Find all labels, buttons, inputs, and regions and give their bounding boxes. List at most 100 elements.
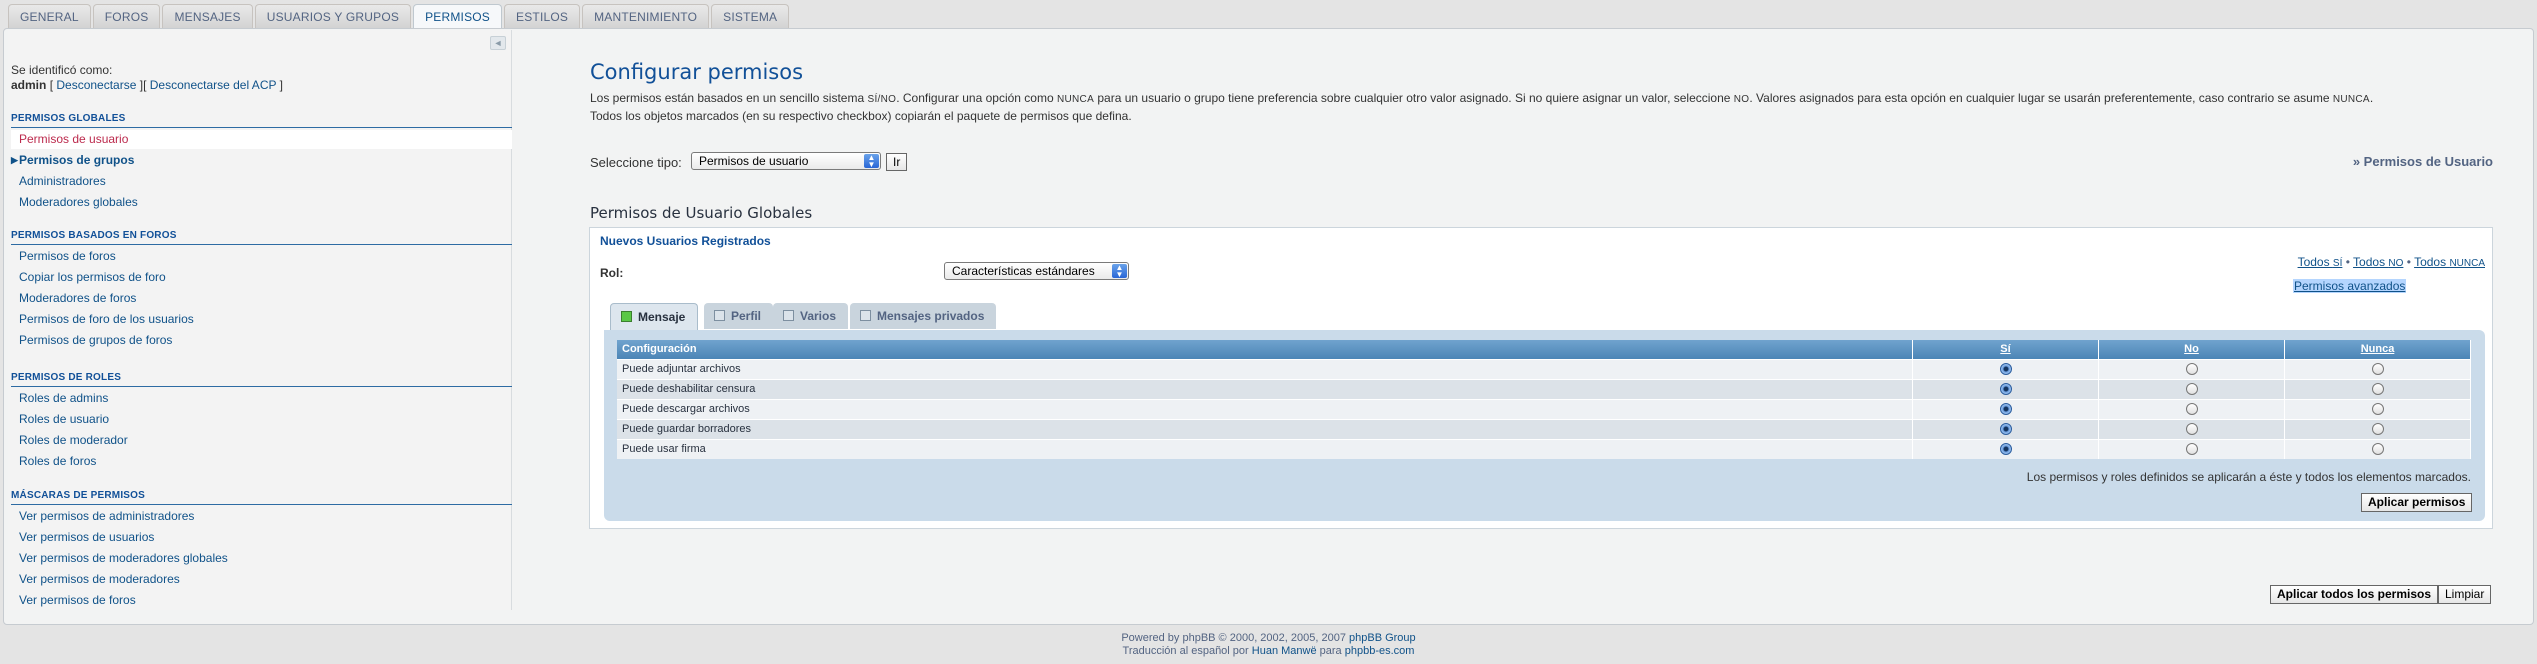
intro-text: Los permisos están basados en un sencill… — [590, 90, 2500, 125]
radio-no[interactable] — [2185, 423, 2198, 436]
group-name: Nuevos Usuarios Registrados — [600, 234, 771, 248]
sidebar-item-global-moderators[interactable]: Moderadores globales — [11, 193, 512, 212]
go-button[interactable]: Ir — [886, 153, 908, 171]
sidebar-item-forum-moderators[interactable]: Moderadores de foros — [11, 289, 512, 308]
radio-yes[interactable] — [1999, 383, 2012, 396]
tab-foros[interactable]: FOROS — [92, 4, 161, 28]
radio-yes[interactable] — [1999, 403, 2012, 416]
tab-mensajes-privados[interactable]: Mensajes privados — [850, 303, 997, 329]
header-no: No — [2098, 340, 2285, 359]
header-never-link[interactable]: Nunca — [2361, 343, 2395, 355]
radio-yes-cell — [1912, 378, 2099, 399]
radio-yes[interactable] — [1999, 423, 2012, 436]
header-yes-link[interactable]: Sí — [2000, 343, 2010, 355]
role-label: Rol: — [600, 266, 624, 280]
radio-never[interactable] — [2371, 443, 2384, 456]
sidebar-item-forum-roles[interactable]: Roles de foros — [11, 452, 512, 471]
advanced-permissions-link[interactable]: Permisos avanzados — [2293, 279, 2407, 293]
sidebar-item-user-forum-permissions[interactable]: Permisos de foro de los usuarios — [11, 310, 512, 329]
all-no-link[interactable]: Todos NO — [2353, 255, 2403, 269]
table-row: Puede deshabilitar censura — [617, 378, 2471, 399]
tab-estilos[interactable]: ESTILOS — [504, 4, 581, 28]
apply-all-permissions-button[interactable]: Aplicar todos los permisos — [2270, 585, 2439, 604]
radio-never[interactable] — [2371, 363, 2384, 376]
logout-acp-link[interactable]: Desconectarse del ACP — [150, 78, 277, 92]
table-row: Puede usar firma — [617, 438, 2471, 459]
sidebar-item-view-forum-permissions[interactable]: Ver permisos de foros — [11, 591, 512, 610]
row-label: Puede usar firma — [617, 438, 1913, 459]
translator-link[interactable]: Huan Manwë — [1252, 645, 1317, 657]
collapse-sidebar-icon[interactable]: ◄ — [490, 36, 506, 50]
intro-part: . Configurar una opción como — [896, 91, 1057, 105]
select-value: Permisos de usuario — [699, 154, 809, 168]
tab-mensaje[interactable]: Mensaje — [610, 303, 699, 331]
header-no-link[interactable]: No — [2184, 343, 2199, 355]
all-never-link[interactable]: Todos NUNCA — [2414, 255, 2485, 269]
radio-never[interactable] — [2371, 423, 2384, 436]
sidebar-item-copy-forum-permissions[interactable]: Copiar los permisos de foro — [11, 268, 512, 287]
row-label: Puede adjuntar archivos — [617, 358, 1913, 379]
all-yes-sc: SÍ — [2332, 258, 2343, 269]
menu-head-roles: PERMISOS DE ROLES — [11, 372, 512, 387]
role-select[interactable]: Características estándares ▲ ▼ — [944, 262, 1129, 280]
radio-yes[interactable] — [1999, 363, 2012, 376]
category-checkbox-icon — [860, 310, 871, 321]
tab-sistema[interactable]: SISTEMA — [711, 4, 790, 28]
table-header-row: Configuración Sí No Nunca — [617, 340, 2471, 359]
intro-part: Los permisos están basados en un sencill… — [590, 91, 868, 105]
radio-never[interactable] — [2371, 383, 2384, 396]
radio-never[interactable] — [2371, 403, 2384, 416]
menu-head-forums: PERMISOS BASADOS EN FOROS — [11, 230, 512, 245]
radio-yes[interactable] — [1999, 443, 2012, 456]
sidebar-item-forum-permissions[interactable]: Permisos de foros — [11, 247, 512, 266]
select-arrows-icon: ▲ ▼ — [864, 154, 879, 169]
sidebar-item-user-permissions[interactable]: Permisos de usuario — [11, 130, 512, 149]
tab-label: Mensaje — [638, 310, 686, 324]
radio-no-cell — [2098, 398, 2285, 419]
all-never-sc: NUNCA — [2449, 258, 2485, 269]
sidebar-item-view-admin-permissions[interactable]: Ver permisos de administradores — [11, 507, 512, 526]
radio-never-cell — [2284, 398, 2471, 419]
permission-type-select[interactable]: Permisos de usuario ▲ ▼ — [691, 152, 881, 170]
intro-nunca: NUNCA — [2332, 94, 2370, 105]
sidebar-item-view-user-permissions[interactable]: Ver permisos de usuarios — [11, 528, 512, 547]
logout-link[interactable]: Desconectarse — [56, 78, 136, 92]
table-row: Puede guardar borradores — [617, 418, 2471, 439]
tab-mantenimiento[interactable]: MANTENIMIENTO — [582, 4, 710, 28]
tab-perfil[interactable]: Perfil — [704, 303, 774, 329]
tab-general[interactable]: GENERAL — [8, 4, 91, 28]
sidebar-item-group-forum-permissions[interactable]: Permisos de grupos de foros — [11, 331, 512, 350]
phpbb-group-link[interactable]: phpBB Group — [1349, 632, 1416, 644]
phpbb-es-link[interactable]: phpbb-es.com — [1345, 645, 1415, 657]
sidebar-item-administrators[interactable]: Administradores — [11, 172, 512, 191]
radio-no[interactable] — [2185, 403, 2198, 416]
sidebar-item-view-mod-permissions[interactable]: Ver permisos de moderadores — [11, 570, 512, 589]
reset-button[interactable]: Limpiar — [2438, 585, 2492, 604]
tab-usuarios-grupos[interactable]: USUARIOS Y GRUPOS — [254, 4, 412, 28]
set-all-links: Todos SÍ • Todos NO • Todos NUNCA — [2298, 255, 2485, 269]
intro-no: NO — [1733, 94, 1750, 105]
radio-no[interactable] — [2185, 363, 2198, 376]
radio-never-cell — [2284, 438, 2471, 459]
sidebar-item-moderator-roles[interactable]: Roles de moderador — [11, 431, 512, 450]
category-checkbox-icon — [783, 310, 794, 321]
sidebar-item-user-roles[interactable]: Roles de usuario — [11, 410, 512, 429]
tab-varios[interactable]: Varios — [773, 303, 849, 329]
apply-permissions-button[interactable]: Aplicar permisos — [2361, 493, 2473, 512]
all-no-sc: NO — [2388, 258, 2404, 269]
sidebar-item-admin-roles[interactable]: Roles de admins — [11, 389, 512, 408]
radio-no[interactable] — [2185, 383, 2198, 396]
permissions-table: Configuración Sí No Nunca Puede adjuntar… — [617, 340, 2471, 459]
tab-permisos[interactable]: PERMISOS — [413, 4, 503, 29]
radio-no[interactable] — [2185, 443, 2198, 456]
row-label: Puede guardar borradores — [617, 418, 1913, 439]
separator: • — [2345, 255, 2354, 269]
sidebar-item-view-global-mod-permissions[interactable]: Ver permisos de moderadores globales — [11, 549, 512, 568]
radio-never-cell — [2284, 418, 2471, 439]
row-label: Puede deshabilitar censura — [617, 378, 1913, 399]
tab-mensajes[interactable]: MENSAJES — [162, 4, 253, 28]
select-value: Características estándares — [952, 264, 1095, 278]
header-never: Nunca — [2284, 340, 2471, 359]
all-yes-link[interactable]: Todos SÍ — [2298, 255, 2343, 269]
sidebar-item-group-permissions[interactable]: ▶ Permisos de grupos — [11, 151, 512, 170]
